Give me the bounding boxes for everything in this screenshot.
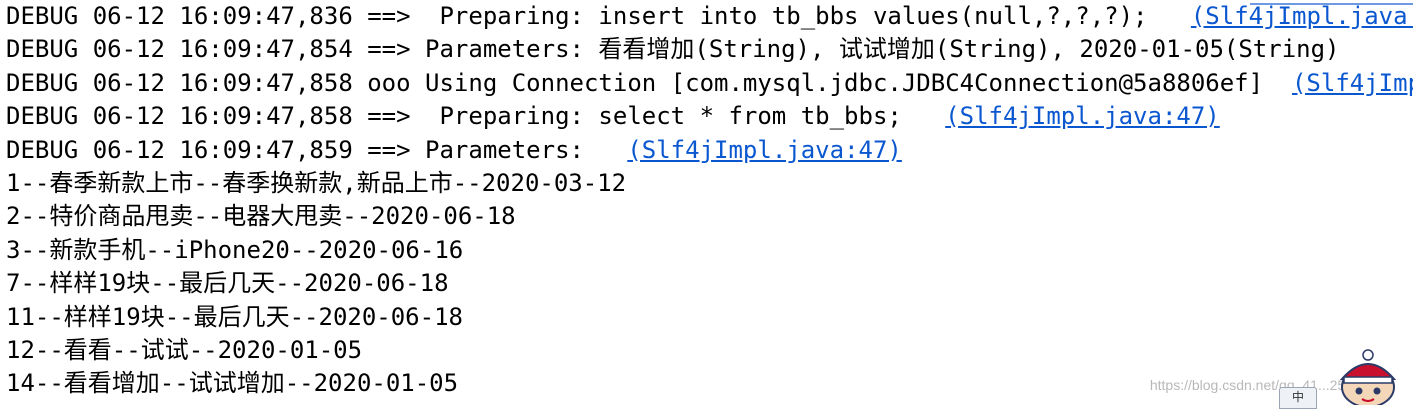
result-text: 2--特价商品甩卖--电器大甩卖--2020-06-18 <box>6 202 516 231</box>
source-link[interactable]: (Slf4jImpl.java:47) <box>945 102 1220 130</box>
result-text: 11--样样19块--最后几天--2020-06-18 <box>6 302 463 331</box>
console-line: 1--春季新款上市--春季换新款,新品上市--2020-03-12 <box>6 167 1413 200</box>
console-line: DEBUG 06-12 16:09:47,854 ==> Parameters:… <box>6 33 1413 66</box>
result-text: 3--新款手机--iPhone20--2020-06-16 <box>6 235 464 264</box>
result-text: 12--看看--试试--2020-01-05 <box>6 335 363 364</box>
log-text: DEBUG 06-12 16:09:47,854 ==> Parameters:… <box>6 35 1340 64</box>
console-line: 12--看看--试试--2020-01-05 <box>6 334 1413 367</box>
cartoon-mascot-icon <box>1333 347 1403 408</box>
result-text: 7--样样19块--最后几天--2020-06-18 <box>6 269 449 298</box>
console-line: 11--样样19块--最后几天--2020-06-18 <box>6 301 1413 334</box>
source-link[interactable]: (Slf4jImpl.java:47) <box>1191 2 1413 30</box>
console-line: DEBUG 06-12 16:09:47,858 ooo Using Conne… <box>6 67 1413 100</box>
log-text: DEBUG 06-12 16:09:47,836 ==> Preparing: … <box>6 2 1191 30</box>
ime-indicator[interactable]: 中 <box>1279 387 1317 409</box>
console-line: DEBUG 06-12 16:09:47,859 ==> Parameters:… <box>6 134 1413 167</box>
console-output: DEBUG 06-12 16:09:47,836 ==> Preparing: … <box>6 0 1413 401</box>
blog-watermark: https://blog.csdn.net/qq_41...256 <box>1149 377 1353 393</box>
result-text: 14--看看增加--试试增加--2020-01-05 <box>6 369 459 398</box>
source-link[interactable]: (Slf4jImpl.java:47) <box>1292 69 1413 97</box>
console-line: 7--样样19块--最后几天--2020-06-18 <box>6 267 1413 300</box>
console-line: 3--新款手机--iPhone20--2020-06-16 <box>6 234 1413 267</box>
console-line: DEBUG 06-12 16:09:47,836 ==> Preparing: … <box>6 0 1413 33</box>
result-text: 1--春季新款上市--春季换新款,新品上市--2020-03-12 <box>6 168 627 197</box>
console-line: 2--特价商品甩卖--电器大甩卖--2020-06-18 <box>6 200 1413 233</box>
source-link[interactable]: (Slf4jImpl.java:47) <box>627 136 902 164</box>
log-text: DEBUG 06-12 16:09:47,858 ooo Using Conne… <box>6 68 1292 97</box>
log-text: DEBUG 06-12 16:09:47,858 ==> Preparing: … <box>6 102 946 131</box>
console-line: DEBUG 06-12 16:09:47,858 ==> Preparing: … <box>6 100 1413 133</box>
log-text: DEBUG 06-12 16:09:47,859 ==> Parameters: <box>6 135 628 164</box>
